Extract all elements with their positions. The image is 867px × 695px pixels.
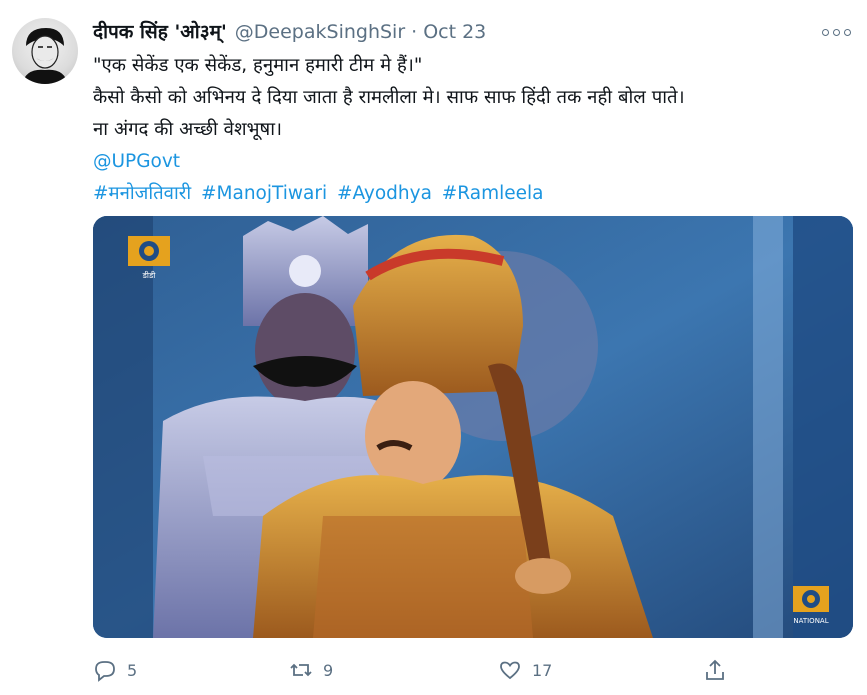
- media-scene: [93, 216, 853, 638]
- dd-national-text: NATIONAL: [793, 617, 828, 625]
- display-name[interactable]: दीपक सिंह 'ओ३म्': [93, 18, 227, 44]
- hashtag-link[interactable]: #मनोजतिवारी: [93, 183, 191, 204]
- reply-button[interactable]: 5: [93, 656, 137, 684]
- hashtag-link[interactable]: #Ramleela: [442, 183, 544, 204]
- dd-logo-top-left: डीडी: [126, 234, 172, 292]
- share-button[interactable]: [703, 656, 727, 684]
- user-handle[interactable]: @DeepakSinghSir: [235, 21, 405, 43]
- reply-count: 5: [127, 660, 138, 680]
- tweet-line: ना अंगद की अच्छी वेशभूषा।: [93, 119, 283, 140]
- reply-icon: [95, 661, 115, 682]
- more-icon[interactable]: [820, 20, 852, 44]
- avatar[interactable]: [12, 18, 78, 84]
- share-icon: [706, 659, 724, 680]
- hashtag-link[interactable]: #Ayodhya: [337, 183, 432, 204]
- mention-link[interactable]: @UPGovt: [93, 146, 853, 178]
- tweet-date[interactable]: Oct 23: [423, 21, 486, 43]
- separator-dot: ·: [411, 21, 418, 43]
- tweet-media[interactable]: डीडी NATIONAL: [93, 216, 853, 638]
- like-count: 17: [532, 660, 553, 680]
- avatar-portrait: [22, 28, 68, 84]
- tweet-line: कैसो कैसो को अभिनय दे दिया जाता है रामली…: [93, 87, 685, 108]
- tweet-text: "एक सेकेंड एक सेकेंड, हनुमान हमारी टीम म…: [93, 50, 853, 210]
- tweet-header: दीपक सिंह 'ओ३म्' @DeepakSinghSir · Oct 2…: [93, 18, 793, 48]
- retweet-button[interactable]: 9: [289, 656, 333, 684]
- tweet-line: "एक सेकेंड एक सेकेंड, हनुमान हमारी टीम म…: [93, 55, 423, 76]
- hashtag-row: #मनोजतिवारी #ManojTiwari #Ayodhya #Ramle…: [93, 178, 853, 210]
- tweet-actions: 5 9 17: [93, 656, 853, 684]
- hashtag-link[interactable]: #ManojTiwari: [201, 183, 327, 204]
- heart-icon: [500, 661, 520, 680]
- dd-logo-bottom-right: NATIONAL: [791, 584, 831, 626]
- dd-logo-text: डीडी: [142, 270, 157, 280]
- retweet-icon: [290, 663, 312, 677]
- retweet-count: 9: [323, 660, 334, 680]
- like-button[interactable]: 17: [498, 656, 552, 684]
